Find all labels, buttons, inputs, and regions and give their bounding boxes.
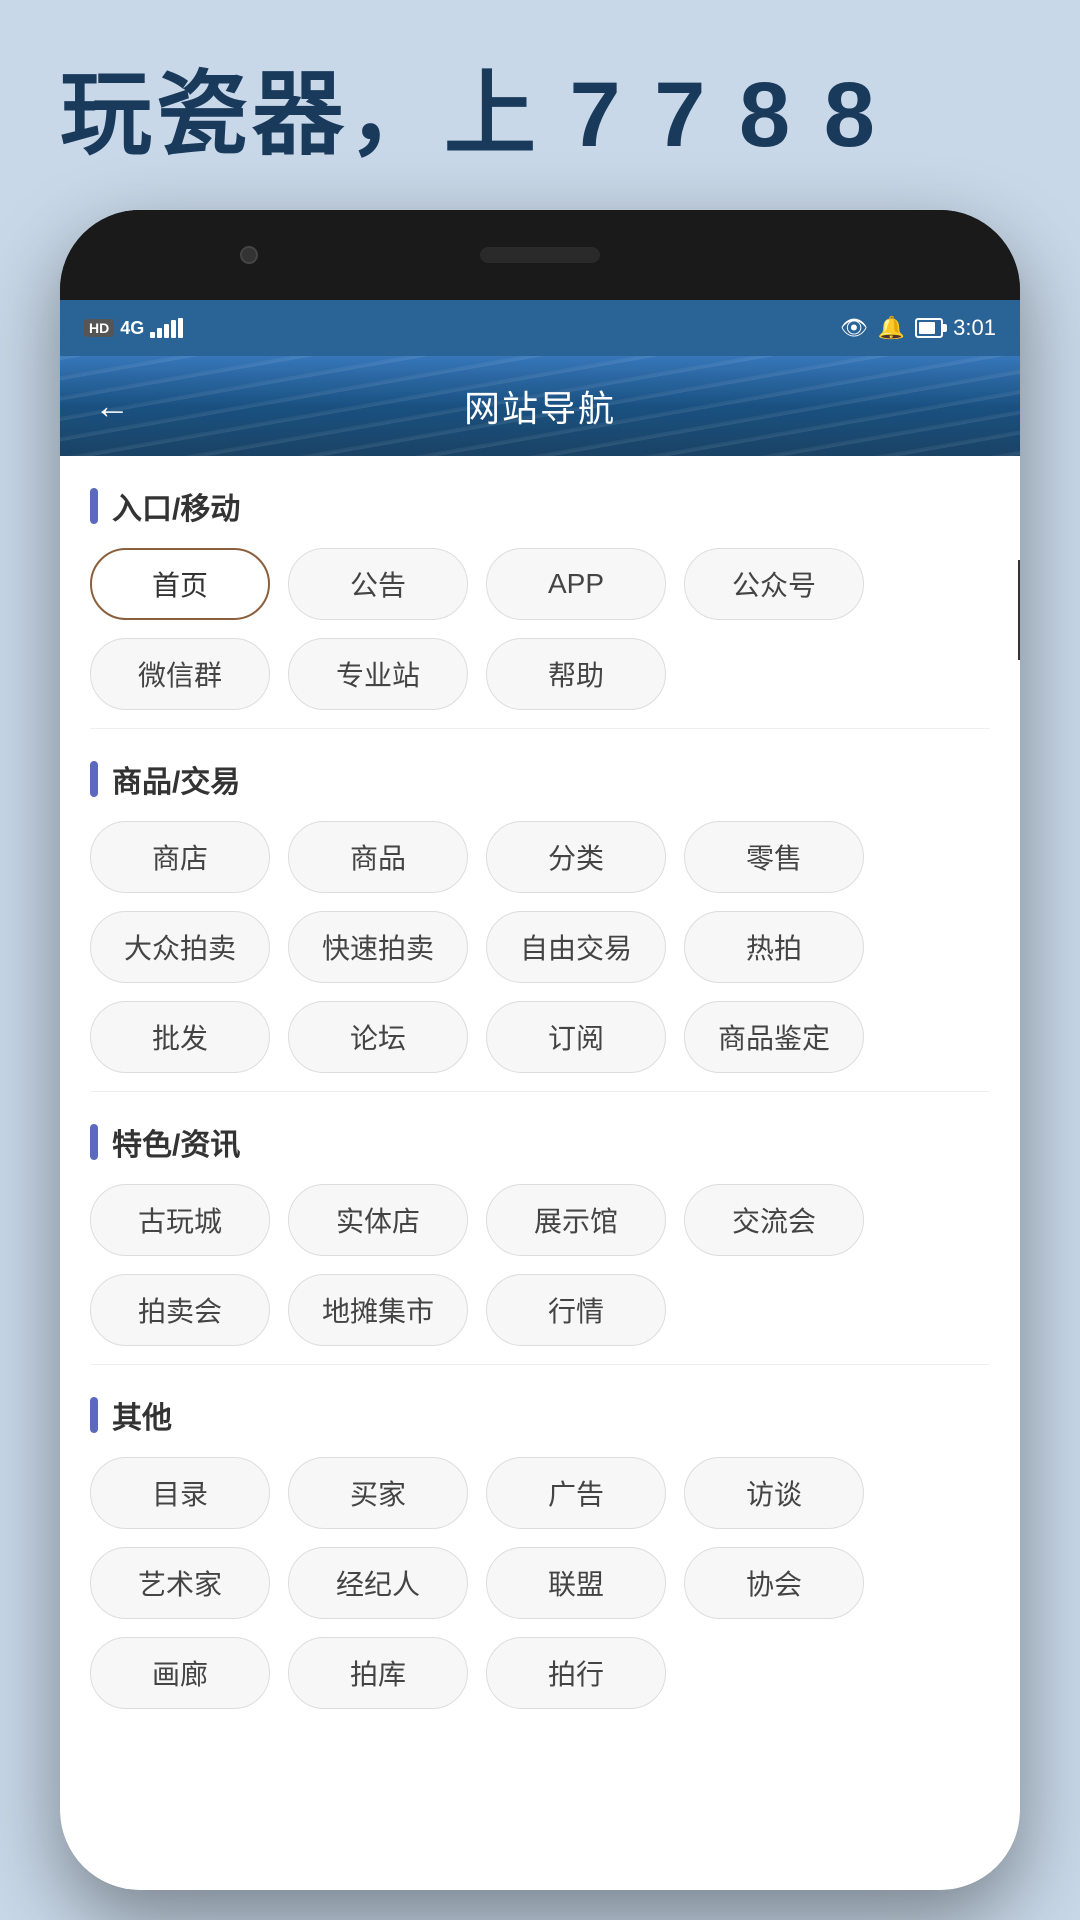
nav-btn-1-2[interactable]: 分类 (486, 821, 666, 893)
nav-btn-3-8[interactable]: 画廊 (90, 1637, 270, 1709)
camera (240, 246, 258, 264)
section-indicator (90, 761, 98, 797)
nav-btn-3-0[interactable]: 目录 (90, 1457, 270, 1529)
nav-btn-3-7[interactable]: 协会 (684, 1547, 864, 1619)
nav-btn-2-3[interactable]: 交流会 (684, 1184, 864, 1256)
nav-btn-1-3[interactable]: 零售 (684, 821, 864, 893)
time-display: 3:01 (953, 315, 996, 341)
section-indicator (90, 1397, 98, 1433)
nav-btn-1-7[interactable]: 热拍 (684, 911, 864, 983)
nav-btn-3-4[interactable]: 艺术家 (90, 1547, 270, 1619)
nav-btn-0-2[interactable]: APP (486, 548, 666, 620)
nav-btn-1-11[interactable]: 商品鉴定 (684, 1001, 864, 1073)
status-right: 👁 🔔 3:01 (840, 315, 996, 341)
nav-btn-1-5[interactable]: 快速拍卖 (288, 911, 468, 983)
nav-btn-2-6[interactable]: 行情 (486, 1274, 666, 1346)
nav-btn-3-1[interactable]: 买家 (288, 1457, 468, 1529)
4g-indicator: 4G (120, 318, 144, 339)
nav-btn-0-4[interactable]: 微信群 (90, 638, 270, 710)
nav-btn-0-5[interactable]: 专业站 (288, 638, 468, 710)
nav-btn-1-9[interactable]: 论坛 (288, 1001, 468, 1073)
section-section-goods: 商品/交易商店商品分类零售大众拍卖快速拍卖自由交易热拍批发论坛订阅商品鉴定 (60, 729, 1020, 1091)
side-button (1018, 560, 1020, 660)
status-left: HD 4G (84, 318, 183, 339)
content-area: 入口/移动首页公告APP公众号微信群专业站帮助商品/交易商店商品分类零售大众拍卖… (60, 456, 1020, 1890)
section-title-3: 其他 (90, 1393, 990, 1437)
nav-btn-3-10[interactable]: 拍行 (486, 1637, 666, 1709)
nav-btn-3-2[interactable]: 广告 (486, 1457, 666, 1529)
nav-btn-2-5[interactable]: 地摊集市 (288, 1274, 468, 1346)
bell-icon: 🔔 (878, 315, 905, 341)
nav-btn-2-2[interactable]: 展示馆 (486, 1184, 666, 1256)
signal-bars (150, 318, 183, 338)
btn-grid-0: 首页公告APP公众号微信群专业站帮助 (90, 548, 990, 718)
section-title-text: 商品/交易 (112, 757, 240, 801)
nav-btn-0-0[interactable]: 首页 (90, 548, 270, 620)
nav-btn-3-5[interactable]: 经纪人 (288, 1547, 468, 1619)
btn-grid-1: 商店商品分类零售大众拍卖快速拍卖自由交易热拍批发论坛订阅商品鉴定 (90, 821, 990, 1081)
nav-btn-0-1[interactable]: 公告 (288, 548, 468, 620)
nav-btn-1-6[interactable]: 自由交易 (486, 911, 666, 983)
section-indicator (90, 1124, 98, 1160)
nav-btn-0-6[interactable]: 帮助 (486, 638, 666, 710)
status-bar: HD 4G 👁 🔔 3:01 (60, 300, 1020, 356)
nav-btn-1-8[interactable]: 批发 (90, 1001, 270, 1073)
hd-badge: HD (84, 319, 114, 337)
nav-btn-0-3[interactable]: 公众号 (684, 548, 864, 620)
section-title-text: 特色/资讯 (112, 1120, 240, 1164)
section-title-1: 商品/交易 (90, 757, 990, 801)
page-title: 网站导航 (464, 380, 616, 432)
nav-btn-2-4[interactable]: 拍卖会 (90, 1274, 270, 1346)
nav-btn-2-0[interactable]: 古玩城 (90, 1184, 270, 1256)
phone-top-bar (60, 210, 1020, 300)
section-title-0: 入口/移动 (90, 484, 990, 528)
phone-screen: HD 4G 👁 🔔 3:01 (60, 300, 1020, 1890)
eye-icon: 👁 (840, 315, 868, 341)
phone-frame: HD 4G 👁 🔔 3:01 (60, 210, 1020, 1890)
nav-btn-3-9[interactable]: 拍库 (288, 1637, 468, 1709)
section-title-text: 其他 (112, 1393, 172, 1437)
back-button[interactable]: ← (84, 375, 140, 437)
section-title-2: 特色/资讯 (90, 1120, 990, 1164)
nav-btn-2-1[interactable]: 实体店 (288, 1184, 468, 1256)
app-header: ← 网站导航 (60, 356, 1020, 456)
speaker (480, 247, 600, 263)
section-section-entry: 入口/移动首页公告APP公众号微信群专业站帮助 (60, 456, 1020, 728)
nav-btn-1-10[interactable]: 订阅 (486, 1001, 666, 1073)
btn-grid-3: 目录买家广告访谈艺术家经纪人联盟协会画廊拍库拍行 (90, 1457, 990, 1717)
btn-grid-2: 古玩城实体店展示馆交流会拍卖会地摊集市行情 (90, 1184, 990, 1354)
nav-btn-3-6[interactable]: 联盟 (486, 1547, 666, 1619)
nav-btn-3-3[interactable]: 访谈 (684, 1457, 864, 1529)
section-section-features: 特色/资讯古玩城实体店展示馆交流会拍卖会地摊集市行情 (60, 1092, 1020, 1364)
section-title-text: 入口/移动 (112, 484, 240, 528)
battery-icon (915, 318, 943, 338)
app-tagline: 玩瓷器，上 7 7 8 8 (60, 40, 879, 173)
section-indicator (90, 488, 98, 524)
nav-btn-1-4[interactable]: 大众拍卖 (90, 911, 270, 983)
section-section-other: 其他目录买家广告访谈艺术家经纪人联盟协会画廊拍库拍行 (60, 1365, 1020, 1727)
nav-btn-1-0[interactable]: 商店 (90, 821, 270, 893)
nav-btn-1-1[interactable]: 商品 (288, 821, 468, 893)
